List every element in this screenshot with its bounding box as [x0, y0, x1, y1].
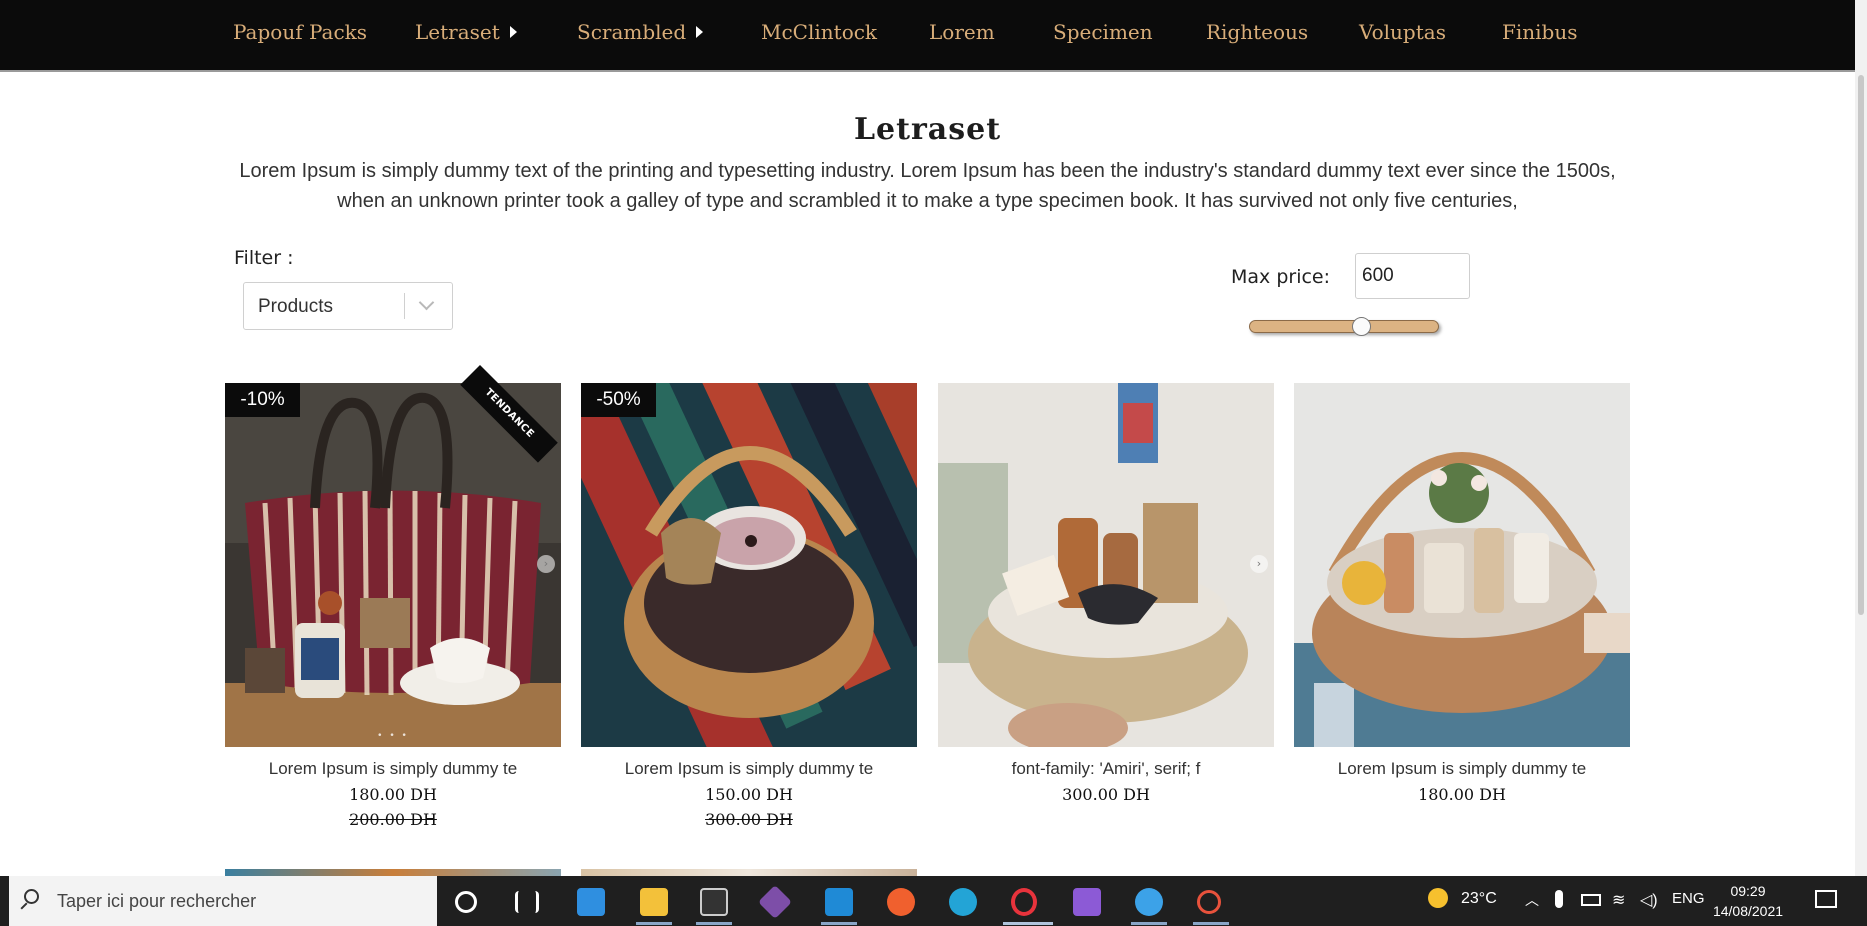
taskbar-clock[interactable]: 09:29 14/08/2021: [1708, 881, 1788, 921]
nav-item-mcclintock[interactable]: McClintock: [761, 20, 877, 44]
product-old-price: 300.00 DH: [705, 810, 793, 829]
volume-icon[interactable]: ◁): [1640, 890, 1658, 910]
filter-selected-value: Products: [258, 296, 333, 317]
top-navigation: Papouf Packs Letraset Scrambled McClinto…: [0, 0, 1855, 72]
search-icon: [24, 889, 39, 904]
tray-chevron-up-icon[interactable]: ︿: [1525, 890, 1539, 910]
filter-select[interactable]: Products: [243, 282, 453, 330]
network-icon[interactable]: ≋: [1612, 890, 1625, 910]
opera-icon[interactable]: [1011, 888, 1037, 916]
basket-jars-photo: [938, 383, 1274, 747]
scrollbar-thumb[interactable]: [1858, 75, 1864, 615]
cortana-icon[interactable]: [455, 891, 477, 913]
product-card[interactable]: Lorem Ipsum is simply dummy te 180.00 DH: [1294, 383, 1630, 804]
visual-studio-icon[interactable]: [1073, 888, 1101, 916]
caret-right-icon: [509, 25, 517, 38]
snipping-icon[interactable]: [1197, 890, 1221, 914]
mail-icon[interactable]: [577, 888, 605, 916]
basket-candle-photo: [581, 383, 917, 747]
product-image[interactable]: -10% › • • •: [225, 383, 561, 747]
nav-item-lorem[interactable]: Lorem: [929, 20, 995, 44]
weather-moon-icon[interactable]: [1428, 888, 1448, 908]
price-slider-thumb[interactable]: [1351, 317, 1371, 336]
max-price-label: Max price:: [1231, 266, 1331, 288]
product-image[interactable]: -50%: [581, 383, 917, 747]
product-old-price: 200.00 DH: [349, 810, 437, 829]
notifications-icon[interactable]: [1815, 890, 1837, 908]
file-explorer-icon[interactable]: [640, 888, 668, 916]
chat-icon[interactable]: [1135, 888, 1163, 916]
nav-item-specimen[interactable]: Specimen: [1053, 20, 1153, 44]
basket-bag-photo: [225, 383, 561, 747]
nav-item-finibus[interactable]: Finibus: [1502, 20, 1578, 44]
active-indicator: [636, 922, 672, 925]
chevron-right-icon[interactable]: ›: [1250, 555, 1268, 573]
active-indicator: [696, 922, 732, 925]
chevron-right-icon[interactable]: ›: [537, 555, 555, 573]
product-price: 180.00 DH: [1418, 785, 1506, 804]
filter-label: Filter :: [234, 247, 294, 269]
product-card[interactable]: -10% › • • • Lorem Ipsum is simply dummy…: [225, 383, 561, 829]
product-image[interactable]: ›: [938, 383, 1274, 747]
nav-item-righteous[interactable]: Righteous: [1206, 20, 1308, 44]
caret-right-icon: [696, 25, 704, 38]
active-indicator: [1131, 922, 1167, 925]
product-card[interactable]: -50% Lorem Ipsum is simply dummy te 150.…: [581, 383, 917, 829]
search-placeholder: Taper ici pour rechercher: [57, 891, 257, 911]
product-price: 150.00 DH: [705, 785, 793, 804]
nav-item-voluptas[interactable]: Voluptas: [1359, 20, 1446, 44]
nav-item-papouf-packs[interactable]: Papouf Packs: [233, 20, 367, 44]
page-title: Letraset: [853, 112, 1002, 147]
select-separator: [404, 293, 405, 319]
basket-gift-photo: [1294, 383, 1630, 747]
microphone-icon[interactable]: [1555, 890, 1563, 908]
discount-badge: -10%: [225, 383, 300, 417]
taskbar-search[interactable]: Taper ici pour rechercher: [9, 876, 437, 926]
nav-item-scrambled[interactable]: Scrambled: [577, 20, 704, 44]
edge-icon[interactable]: [949, 888, 977, 916]
product-card[interactable]: › font-family: 'Amiri', serif; f 300.00 …: [938, 383, 1274, 804]
battery-icon[interactable]: [1581, 894, 1601, 906]
page-intro: Lorem Ipsum is simply dummy text of the …: [239, 160, 1616, 212]
product-price: 300.00 DH: [1062, 785, 1150, 804]
discount-badge: -50%: [581, 383, 656, 417]
product-image-peek: [581, 869, 917, 876]
clock-date: 14/08/2021: [1712, 903, 1784, 919]
product-title[interactable]: Lorem Ipsum is simply dummy te: [581, 759, 917, 779]
active-indicator: [1193, 922, 1229, 925]
vscode-icon[interactable]: [825, 888, 853, 916]
weather-temp[interactable]: 23°C: [1461, 890, 1497, 908]
product-image[interactable]: [1294, 383, 1630, 747]
active-indicator: [821, 922, 857, 925]
app-orange-icon[interactable]: [887, 888, 915, 916]
task-view-icon[interactable]: [515, 891, 539, 913]
product-title[interactable]: Lorem Ipsum is simply dummy te: [225, 759, 561, 779]
price-slider-track[interactable]: [1249, 320, 1439, 333]
active-indicator: [1003, 922, 1053, 925]
nav-item-letraset[interactable]: Letraset: [415, 20, 517, 44]
product-title[interactable]: Lorem Ipsum is simply dummy te: [1294, 759, 1630, 779]
carousel-dots: • • •: [377, 731, 409, 741]
terminal-icon[interactable]: [700, 888, 728, 916]
product-image-peek: [225, 869, 561, 876]
product-price: 180.00 DH: [349, 785, 437, 804]
product-title[interactable]: font-family: 'Amiri', serif; f: [938, 759, 1274, 779]
chevron-down-icon: [418, 294, 435, 311]
max-price-input[interactable]: [1355, 253, 1470, 299]
language-indicator[interactable]: ENG: [1672, 890, 1705, 907]
clock-time: 09:29: [1730, 883, 1766, 899]
